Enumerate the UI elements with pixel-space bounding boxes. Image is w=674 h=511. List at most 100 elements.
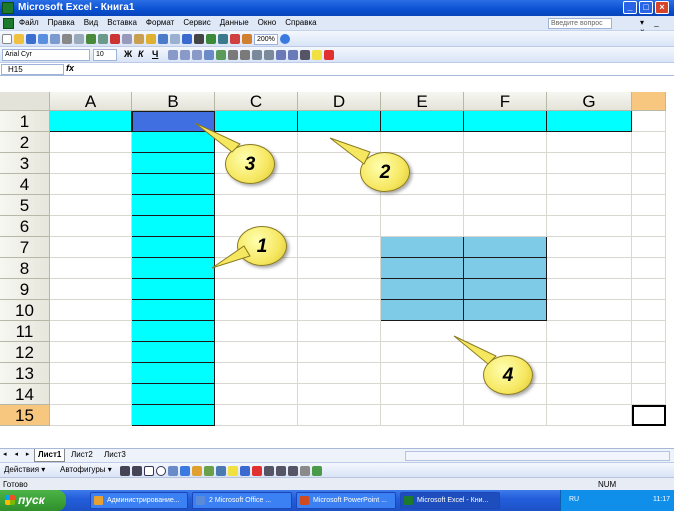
cell-f3[interactable]	[464, 153, 547, 174]
cell-f1[interactable]	[464, 111, 547, 132]
cell-g12[interactable]	[547, 342, 632, 363]
cell-g6[interactable]	[547, 216, 632, 237]
save-icon[interactable]	[26, 34, 36, 44]
cell-g5[interactable]	[547, 195, 632, 216]
cell-h6[interactable]	[632, 216, 666, 237]
autosum-icon[interactable]	[194, 34, 204, 44]
cell-d7[interactable]	[298, 237, 381, 258]
align-left-icon[interactable]	[168, 50, 178, 60]
cell-b1[interactable]	[132, 111, 215, 132]
comma-style-icon[interactable]	[240, 50, 250, 60]
task-office[interactable]: 2 Microsoft Office ...	[192, 492, 292, 509]
row-header-4[interactable]: 4	[0, 174, 50, 195]
cell-a1[interactable]	[50, 111, 132, 132]
dash-style-icon[interactable]	[276, 466, 286, 476]
cell-a6[interactable]	[50, 216, 132, 237]
cell-h13[interactable]	[632, 363, 666, 384]
cell-a3[interactable]	[50, 153, 132, 174]
cell-h10[interactable]	[632, 300, 666, 321]
menu-view[interactable]: Вид	[84, 18, 98, 27]
arrow-style-icon[interactable]	[288, 466, 298, 476]
cell-c13[interactable]	[215, 363, 298, 384]
row-header-3[interactable]: 3	[0, 153, 50, 174]
cell-b2[interactable]	[132, 132, 215, 153]
cell-a9[interactable]	[50, 279, 132, 300]
help-icon[interactable]	[279, 34, 290, 44]
cell-f5[interactable]	[464, 195, 547, 216]
textbox-icon[interactable]	[168, 466, 178, 476]
cell-g4[interactable]	[547, 174, 632, 195]
cell-g10[interactable]	[547, 300, 632, 321]
increase-indent-icon[interactable]	[288, 50, 298, 60]
cell-b12[interactable]	[132, 342, 215, 363]
research-icon[interactable]	[98, 34, 108, 44]
cell-b8[interactable]	[132, 258, 215, 279]
cell-d11[interactable]	[298, 321, 381, 342]
cell-e10[interactable]	[381, 300, 464, 321]
cell-b4[interactable]	[132, 174, 215, 195]
sort-descending-icon[interactable]	[218, 34, 228, 44]
row-header-14[interactable]: 14	[0, 384, 50, 405]
cell-e12[interactable]	[381, 342, 464, 363]
cell-a11[interactable]	[50, 321, 132, 342]
cut-icon[interactable]	[110, 34, 120, 44]
cell-g14[interactable]	[547, 384, 632, 405]
sheet-tab-2[interactable]: Лист2	[68, 449, 96, 462]
row-header-13[interactable]: 13	[0, 363, 50, 384]
cell-d14[interactable]	[298, 384, 381, 405]
cell-a10[interactable]	[50, 300, 132, 321]
insert-function-icon[interactable]: fx	[66, 63, 74, 73]
shadow-icon[interactable]	[300, 466, 310, 476]
line-icon[interactable]	[120, 466, 130, 476]
sheet-tab-3[interactable]: Лист3	[101, 449, 129, 462]
font-color-icon[interactable]	[324, 50, 334, 60]
wordart-icon[interactable]	[180, 466, 190, 476]
cell-g1[interactable]	[547, 111, 632, 132]
cell-g13[interactable]	[547, 363, 632, 384]
cell-d1[interactable]	[298, 111, 381, 132]
cell-a7[interactable]	[50, 237, 132, 258]
cell-h2[interactable]	[632, 132, 666, 153]
cell-d8[interactable]	[298, 258, 381, 279]
decrease-indent-icon[interactable]	[276, 50, 286, 60]
redo-icon[interactable]	[170, 34, 180, 44]
font-size-select[interactable]: 10	[93, 49, 117, 61]
cell-b3[interactable]	[132, 153, 215, 174]
increase-decimal-icon[interactable]	[252, 50, 262, 60]
underline-button[interactable]: Ч	[152, 49, 158, 59]
paste-icon[interactable]	[134, 34, 144, 44]
cell-g7[interactable]	[547, 237, 632, 258]
row-header-1[interactable]: 1	[0, 111, 50, 132]
cell-e5[interactable]	[381, 195, 464, 216]
row-header-9[interactable]: 9	[0, 279, 50, 300]
start-button[interactable]: пуск	[0, 490, 66, 511]
cell-h4[interactable]	[632, 174, 666, 195]
permission-icon[interactable]	[38, 34, 48, 44]
cell-f15[interactable]	[464, 405, 547, 426]
cell-d2[interactable]	[298, 132, 381, 153]
line-color-icon[interactable]	[240, 466, 250, 476]
cell-h15[interactable]	[632, 405, 666, 426]
currency-icon[interactable]	[216, 50, 226, 60]
cell-e9[interactable]	[381, 279, 464, 300]
workbook-icon[interactable]	[3, 18, 14, 29]
column-header-c[interactable]: C	[215, 92, 298, 111]
diagram-icon[interactable]	[192, 466, 202, 476]
borders-icon[interactable]	[300, 50, 310, 60]
menu-format[interactable]: Формат	[146, 18, 174, 27]
cell-c15[interactable]	[215, 405, 298, 426]
row-header-6[interactable]: 6	[0, 216, 50, 237]
minimize-button[interactable]: _	[623, 1, 637, 14]
cell-h1[interactable]	[632, 111, 666, 132]
cell-h9[interactable]	[632, 279, 666, 300]
sheet-tab-1[interactable]: Лист1	[34, 449, 66, 462]
cell-h14[interactable]	[632, 384, 666, 405]
open-icon[interactable]	[14, 34, 24, 44]
cell-d5[interactable]	[298, 195, 381, 216]
decrease-decimal-icon[interactable]	[264, 50, 274, 60]
row-header-5[interactable]: 5	[0, 195, 50, 216]
cell-h3[interactable]	[632, 153, 666, 174]
cell-e11[interactable]	[381, 321, 464, 342]
line-style-icon[interactable]	[264, 466, 274, 476]
cell-e7[interactable]	[381, 237, 464, 258]
